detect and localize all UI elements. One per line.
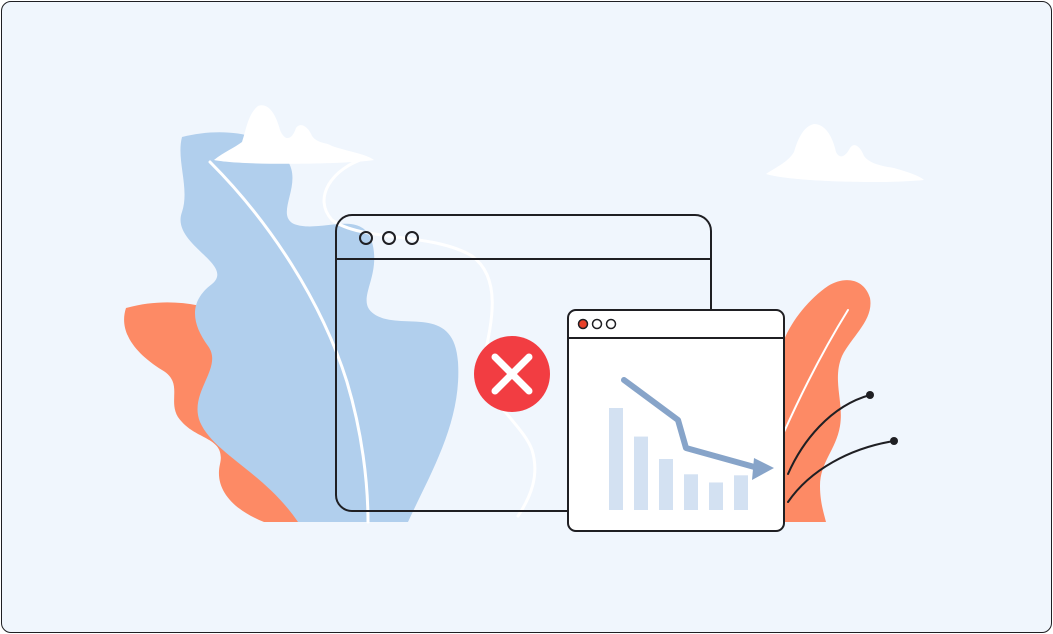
branch-lower-dot — [890, 437, 898, 445]
cloud-right — [766, 124, 924, 182]
mini-bar — [634, 436, 648, 510]
mini-bar — [684, 474, 698, 510]
mini-bar — [609, 408, 623, 510]
chart-window — [567, 309, 785, 532]
mini-bar — [734, 475, 748, 510]
branch-upper-dot — [866, 391, 874, 399]
close-x-circle-icon — [474, 336, 550, 412]
error-illustration — [124, 105, 924, 532]
mini-bar — [709, 482, 723, 510]
chart-window-dot-1 — [577, 318, 589, 330]
orange-leaf-right — [784, 280, 871, 522]
illustration-card — [1, 1, 1052, 633]
mini-bar — [659, 459, 673, 510]
